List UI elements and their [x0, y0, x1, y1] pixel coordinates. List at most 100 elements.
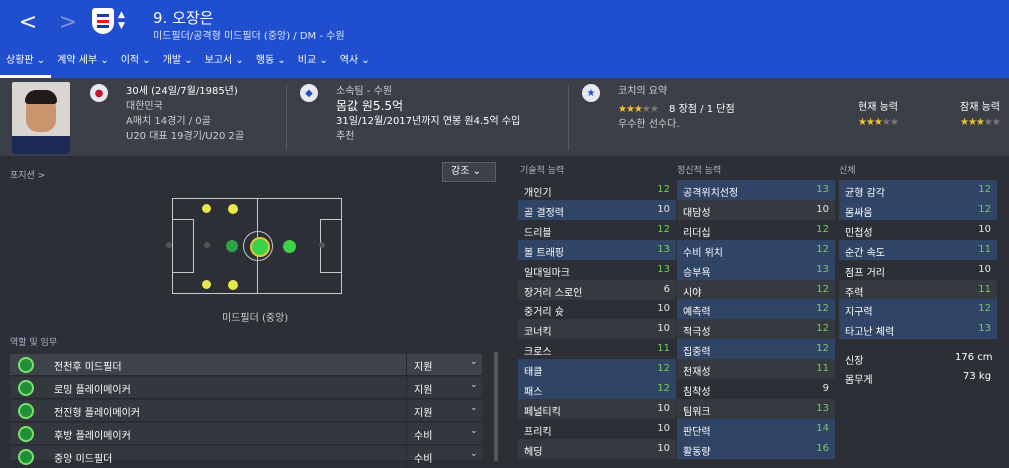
player-info-strip: ● 30세 (24일/7월/1985년) 대한민국 A매치 14경기 / 0골 …: [0, 78, 1009, 156]
tab-compare[interactable]: 비교 ⌄: [292, 52, 334, 78]
player-photo: [12, 82, 70, 154]
role-duty[interactable]: 수비: [414, 427, 432, 442]
role-name: 후방 플레이메이커: [54, 431, 131, 442]
recommend-label: 추천: [336, 131, 355, 142]
player-name: 9. 오장은: [153, 9, 214, 27]
attribute-row: 볼 트래핑 13: [518, 239, 676, 260]
attribute-row: 천재성 11: [677, 359, 835, 380]
tab-bar: 상황판 ⌄ 계약 세부 ⌄ 이적 ⌄ 개발 ⌄ 보고서 ⌄ 행동 ⌄ 비교 ⌄ …: [0, 52, 376, 78]
attribute-value: 12: [657, 383, 670, 394]
coach-title: 코치의 요약: [618, 86, 668, 97]
role-duty[interactable]: 지원: [414, 381, 432, 396]
chevron-up-icon[interactable]: ▲: [118, 10, 125, 20]
attribute-name: 침착성: [683, 387, 711, 398]
attribute-row: 타고난 체력 13: [839, 319, 997, 340]
chevron-down-icon[interactable]: ⌄: [470, 357, 478, 367]
tab-history[interactable]: 역사 ⌄: [334, 52, 376, 78]
current-ability-label: 현재 능력: [858, 102, 898, 113]
back-button[interactable]: <: [18, 8, 38, 36]
attribute-row: 드리블 12: [518, 220, 676, 240]
attribute-name: 패스: [524, 387, 543, 398]
chevron-down-icon[interactable]: ⌄: [470, 380, 478, 390]
height-value: 176 cm: [955, 352, 993, 363]
position-dot: [228, 204, 238, 214]
attribute-row: 균형 감각 12: [839, 180, 997, 200]
attribute-row: 리더십 12: [677, 220, 835, 240]
attribute-name: 승부욕: [683, 267, 711, 279]
chevron-down-icon[interactable]: ⌄: [470, 403, 478, 413]
attribute-value: 12: [816, 323, 829, 335]
attribute-value: 12: [816, 223, 829, 235]
attribute-value: 12: [978, 303, 991, 315]
coach-star-rating: ★★★★★: [618, 104, 659, 115]
role-row[interactable]: 전진형 플레이메이커 지원 ⌄: [10, 400, 482, 422]
position-label: 미드필더 (중앙): [222, 313, 289, 324]
position-dot: [166, 242, 172, 248]
club-crest-icon: [92, 8, 114, 34]
position-dot: [202, 204, 211, 213]
chevron-down-icon[interactable]: ▼: [118, 21, 125, 31]
attribute-value: 12: [657, 363, 670, 375]
attribute-name: 페널티킥: [524, 406, 561, 418]
potential-ability-label: 잠재 능력: [960, 102, 1000, 113]
attribute-name: 팀워크: [683, 406, 711, 418]
highlight-dropdown[interactable]: 강조 ⌄: [442, 162, 496, 182]
role-duty[interactable]: 지원: [414, 358, 432, 373]
attribute-row: 골 결정력 10: [518, 199, 676, 220]
role-duty[interactable]: 수비: [414, 450, 432, 465]
roles-section-title: 역할 및 임무: [10, 338, 58, 348]
forward-button[interactable]: >: [58, 8, 78, 36]
attribute-row: 장거리 스로인 6: [518, 279, 676, 300]
role-icon: [18, 380, 34, 396]
tab-contract[interactable]: 계약 세부 ⌄: [51, 52, 115, 78]
position-dot: [319, 242, 325, 248]
attribute-value: 6: [663, 283, 670, 295]
attribute-name: 드리블: [524, 227, 552, 239]
role-icon: [18, 426, 34, 442]
mental-title: 정신적 능력: [677, 166, 722, 176]
tab-development[interactable]: 개발 ⌄: [157, 52, 199, 78]
tab-actions[interactable]: 행동 ⌄: [250, 52, 292, 78]
current-ability-stars: ★★★★★: [858, 117, 899, 128]
chevron-down-icon[interactable]: ⌄: [470, 449, 478, 459]
role-row[interactable]: 중앙 미드필더 수비 ⌄: [10, 446, 482, 468]
height-label: 신장: [845, 356, 864, 367]
attribute-name: 판단력: [683, 426, 711, 438]
position-dot: [283, 240, 296, 253]
role-duty[interactable]: 지원: [414, 404, 432, 419]
attribute-value: 12: [978, 184, 991, 195]
attribute-name: 프리킥: [524, 426, 552, 438]
tab-reports[interactable]: 보고서 ⌄: [199, 52, 250, 78]
club-info: 소속팀 - 수원 몸값 원5.5억 31일/12월/2017년까지 연봉 원4.…: [336, 84, 520, 144]
attribute-name: 몸싸움: [845, 207, 873, 219]
attribute-name: 대담성: [683, 207, 711, 219]
attribute-row: 점프 거리 10: [839, 260, 997, 280]
position-dot: [228, 280, 238, 290]
potential-ability: 잠재 능력 ★★★★★: [960, 100, 1001, 130]
roles-scrollbar[interactable]: [494, 352, 498, 461]
position-section-title[interactable]: 포지션 >: [10, 168, 45, 181]
role-row[interactable]: 후방 플레이메이커 수비 ⌄: [10, 423, 482, 445]
attribute-name: 점프 거리: [845, 267, 885, 279]
attribute-name: 크로스: [524, 347, 552, 359]
attribute-row: 몸싸움 12: [839, 199, 997, 220]
coach-summary: 코치의 요약 ★★★★★ 8 장점 / 1 단점 우수한 선수다.: [618, 84, 838, 132]
attribute-value: 11: [978, 283, 991, 295]
contract-info: 31일/12월/2017년까지 연봉 원4.5억 수입: [336, 116, 521, 127]
attribute-value: 10: [657, 203, 670, 215]
attribute-row: 대담성 10: [677, 199, 835, 220]
attribute-row: 수비 위치 12: [677, 239, 835, 260]
attribute-name: 민첩성: [845, 227, 873, 239]
tab-overview[interactable]: 상황판 ⌄: [0, 52, 52, 78]
attribute-name: 중거리 슛: [524, 307, 564, 319]
position-dot: [226, 240, 238, 252]
potential-ability-stars: ★★★★★: [960, 117, 1001, 128]
attribute-value: 13: [978, 323, 991, 335]
player-position-club: 미드필더/공격형 미드필더 (중앙) / DM - 수원: [153, 31, 345, 42]
attribute-name: 장거리 스로인: [524, 287, 583, 299]
a-caps: A매치 14경기 / 0골: [126, 116, 211, 127]
role-row[interactable]: 로밍 플레이메이커 지원 ⌄: [10, 377, 482, 399]
chevron-down-icon[interactable]: ⌄: [470, 426, 478, 436]
tab-transfer[interactable]: 이적 ⌄: [115, 52, 157, 78]
role-row[interactable]: 전천후 미드필더 지원 ⌄: [10, 354, 482, 376]
